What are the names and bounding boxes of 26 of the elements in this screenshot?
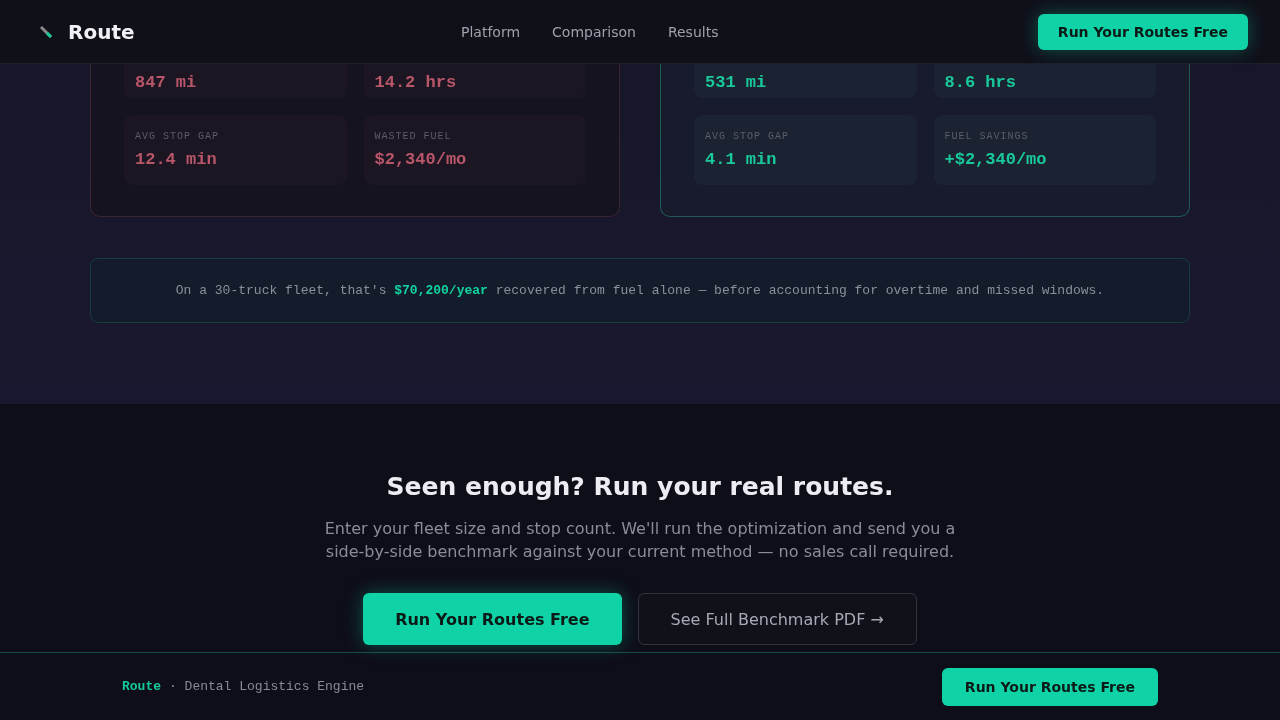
stat-value: 14.2 hrs — [374, 73, 458, 94]
brand-name: Route — [68, 19, 135, 44]
stat-label: WASTED FUEL — [374, 131, 453, 142]
cta-button[interactable]: Run Your Routes Free — [363, 593, 622, 645]
nav-link[interactable]: Comparison — [552, 23, 636, 40]
footer-brand: Route — [122, 679, 161, 694]
stat-value: $2,340/mo — [374, 150, 468, 169]
stat-label: AVG STOP GAP — [135, 131, 220, 142]
cta-button[interactable]: Run Your Routes Free — [1037, 13, 1248, 50]
stat-value: 531 mi — [705, 73, 768, 94]
stat-value: +$2,340/mo — [944, 150, 1048, 169]
footer-tagline: · Dental Logistics Engine — [169, 679, 365, 694]
nav-link[interactable]: Results — [667, 23, 719, 40]
stat-value: 4.1 min — [705, 150, 778, 169]
stat-value: 847 mi — [135, 73, 198, 94]
stat-value: 12.4 min — [135, 150, 218, 169]
stat-label: FUEL SAVINGS — [944, 131, 1030, 142]
cta-heading: Seen enough? Run your real routes. — [386, 472, 894, 501]
logo-icon — [38, 23, 54, 40]
savings-text: On a 30-truck fleet, that's $70,200/year recovered from fuel alone — before accounting for overtime and missed windows. — [175, 283, 1105, 298]
cta-button[interactable]: Run Your Routes Free — [941, 667, 1158, 706]
stat-label: AVG STOP GAP — [705, 131, 790, 142]
nav-link[interactable]: Platform — [461, 23, 521, 40]
benchmark-button[interactable]: See Full Benchmark PDF → — [637, 593, 917, 645]
cta-text: Enter your fleet size and stop count. We'll run the optimization and send you a side-by-side benchmark against your current method — no sales call required. — [323, 518, 957, 563]
stat-value: 8.6 hrs — [944, 73, 1017, 94]
